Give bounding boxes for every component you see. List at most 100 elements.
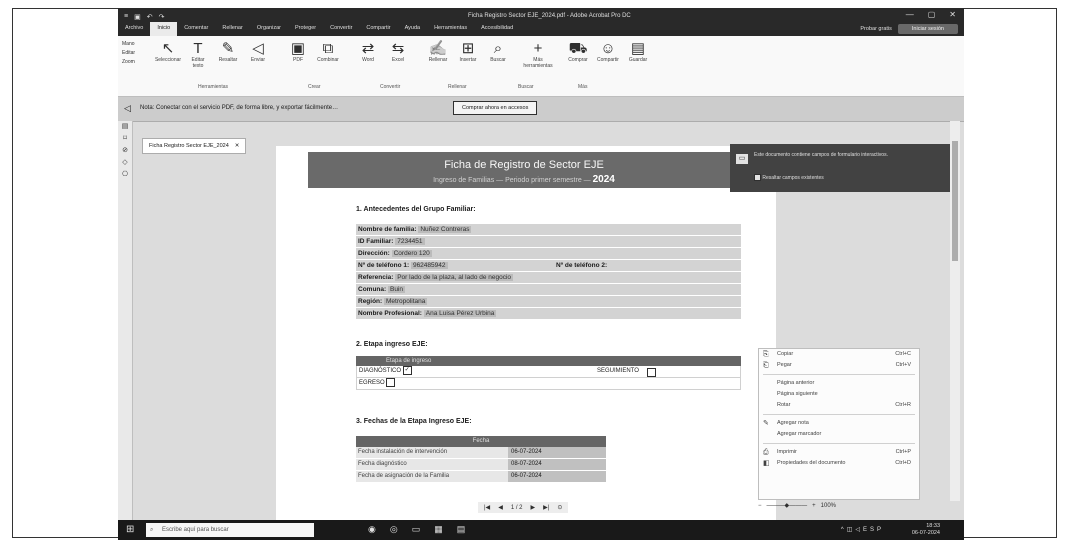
context-menu-item[interactable]: Rotar Ctrl+R — [759, 400, 919, 411]
context-menu-item[interactable]: ✎ Agregar nota — [759, 418, 919, 429]
ribbon-button-label: Guardar — [628, 57, 648, 63]
page-counter[interactable]: 1 / 2 — [511, 505, 523, 511]
sign-in-button[interactable]: Iniciar sesión — [897, 24, 958, 34]
windows-start-icon[interactable]: ⊞ — [126, 524, 134, 535]
context-menu-item[interactable]: ◧ Propiedades del documento Ctrl+D — [759, 458, 919, 469]
ribbon-button-5[interactable]: ⧉ Combinar — [316, 40, 340, 69]
zoom-in-icon[interactable]: + — [812, 503, 816, 509]
ribbon-button-2[interactable]: ✎ Resaltar — [216, 40, 240, 69]
context-menu-item[interactable]: Página anterior — [759, 378, 919, 389]
thumbnails-icon[interactable]: ▤ — [118, 121, 132, 133]
context-menu-item[interactable]: ⎗ Pegar Ctrl+V — [759, 360, 919, 371]
fecha-row: Fecha diagnóstico 08-07-2024 — [356, 459, 606, 471]
first-page-icon[interactable]: |◀ — [484, 504, 490, 511]
context-menu-label: Agregar marcador — [777, 431, 822, 437]
zoom-out-icon[interactable]: − — [758, 503, 762, 509]
highlight-fields-checkbox[interactable] — [754, 174, 761, 181]
context-menu-item[interactable]: Agregar marcador — [759, 429, 919, 440]
taskbar-search[interactable]: ⌕ Escribe aquí para buscar — [146, 523, 314, 537]
fit-page-icon[interactable]: ⊙ — [557, 504, 562, 511]
menu-organizar[interactable]: Organizar — [250, 22, 288, 36]
print-icon: ⎙ — [763, 449, 769, 456]
attachment-icon[interactable]: ⊘ — [118, 145, 132, 157]
document-tab[interactable]: Ficha Registro Sector EJE_2024 ✕ — [142, 138, 247, 154]
highlight-fields-option[interactable]: Resaltar campos existentes — [754, 174, 824, 181]
close-window-button[interactable]: ✕ — [949, 10, 956, 19]
seguimiento-checkbox[interactable] — [647, 368, 656, 377]
menu-compartir[interactable]: Compartir — [359, 22, 397, 36]
next-page-icon[interactable]: ▶ — [531, 504, 536, 511]
ribbon-button-11[interactable]: + Más herramientas — [523, 40, 552, 69]
ribbon-button-4[interactable]: ▣ PDF — [286, 40, 310, 69]
ribbon-button-7[interactable]: ⇆ Excel — [386, 40, 410, 69]
chrome-icon[interactable]: ◎ — [390, 524, 398, 535]
ribbon-button-14[interactable]: ▤ Guardar — [626, 40, 650, 69]
redo-icon[interactable]: ↷ — [159, 13, 165, 21]
lang-indicator[interactable]: ESP — [863, 527, 884, 533]
layers-icon[interactable]: ⎔ — [118, 169, 132, 181]
field-value[interactable]: Nuñez Contreras — [418, 226, 472, 233]
fecha-value[interactable]: 08-07-2024 — [508, 459, 606, 470]
menu-accesibilidad[interactable]: Accesibilidad — [474, 22, 520, 36]
fecha-value[interactable]: 06-07-2024 — [508, 447, 606, 458]
scrollbar-thumb[interactable] — [952, 141, 958, 261]
last-page-icon[interactable]: ▶| — [543, 504, 549, 511]
diagnostico-checkbox[interactable]: ✓ — [402, 366, 412, 375]
field-value[interactable]: Por lado de la plaza, al lado de negocio — [395, 274, 514, 281]
ribbon-button-0[interactable]: ↖ Seleccionar — [155, 40, 181, 69]
word-icon[interactable]: ▤ — [457, 524, 466, 535]
menu-probar[interactable]: Probar gratis — [860, 26, 892, 32]
field-value[interactable]: 7234451 — [395, 238, 425, 245]
ribbon-button-13[interactable]: ☺ Compartir — [596, 40, 620, 69]
ribbon-button-1[interactable]: T Editar texto — [186, 40, 210, 69]
menu-herramientas[interactable]: Herramientas — [427, 22, 474, 36]
undo-icon[interactable]: ↶ — [147, 13, 153, 21]
clock[interactable]: 18:33 06-07-2024 — [912, 523, 940, 537]
zoom-tool[interactable]: Zoom — [122, 58, 135, 67]
fecha-label: Fecha de asignación de la Familia — [356, 471, 508, 482]
vertical-scrollbar[interactable] — [950, 121, 960, 501]
hand-tool[interactable]: Mano — [122, 40, 135, 49]
field-value[interactable]: 962485942 — [410, 262, 448, 269]
ribbon-button-12[interactable]: ⛟ Comprar — [566, 40, 590, 69]
field-value[interactable]: Cordero 120 — [391, 250, 432, 257]
context-menu-item[interactable]: ⎙ Imprimir Ctrl+P — [759, 447, 919, 458]
edit-tool[interactable]: Editar — [122, 49, 135, 58]
menu-archivo[interactable]: Archivo — [118, 22, 150, 36]
excel-icon[interactable]: ▦ — [434, 524, 443, 535]
explorer-icon[interactable]: ▭ — [412, 524, 421, 535]
ribbon-button-8[interactable]: ✍ Rellenar — [426, 40, 450, 69]
menu-convertir[interactable]: Convertir — [323, 22, 359, 36]
maximize-button[interactable]: ▢ — [928, 10, 936, 19]
save-icon[interactable]: ▣ — [134, 13, 141, 21]
menu-inicio[interactable]: Inicio — [150, 22, 178, 36]
volume-icon[interactable]: ◁ — [855, 527, 863, 533]
bookmark-icon[interactable]: ⌑ — [118, 133, 132, 145]
ribbon-button-3[interactable]: ◁ Enviar — [246, 40, 270, 69]
menu-ayuda[interactable]: Ayuda — [398, 22, 428, 36]
ribbon-button-10[interactable]: ⌕ Buscar — [486, 40, 510, 69]
notification-button[interactable]: Comprar ahora en accesos — [453, 101, 538, 115]
prev-page-icon[interactable]: ◀ — [498, 504, 503, 511]
menu-rellenar[interactable]: Rellenar — [215, 22, 249, 36]
field-value[interactable]: Metropolitana — [384, 298, 428, 305]
field-value[interactable]: Ana Luisa Pérez Urbina — [423, 310, 497, 317]
field-value[interactable]: Buin — [387, 286, 405, 293]
minimize-button[interactable]: — — [906, 10, 914, 19]
tab-close-icon[interactable]: ✕ — [235, 143, 240, 149]
menu-separator — [763, 443, 915, 444]
context-menu-item[interactable]: Página siguiente — [759, 389, 919, 400]
menu-proteger[interactable]: Proteger — [288, 22, 323, 36]
tag-icon[interactable]: ◇ — [118, 157, 132, 169]
fecha-value[interactable]: 06-07-2024 — [508, 471, 606, 482]
context-menu-item[interactable]: ⎘ Copiar Ctrl+C — [759, 349, 919, 360]
egreso-checkbox[interactable] — [386, 378, 396, 387]
ribbon-button-label: PDF — [293, 57, 303, 63]
menu-comentar[interactable]: Comentar — [177, 22, 215, 36]
zoom-level[interactable]: 100% — [821, 503, 836, 509]
ribbon-button-6[interactable]: ⇄ Word — [356, 40, 380, 69]
zoom-slider[interactable]: ———◆——— — [767, 502, 808, 509]
app-menu-icon[interactable]: ≡ — [124, 13, 128, 21]
ribbon-button-9[interactable]: ⊞ Insertar — [456, 40, 480, 69]
edge-icon[interactable]: ◉ — [368, 524, 376, 535]
